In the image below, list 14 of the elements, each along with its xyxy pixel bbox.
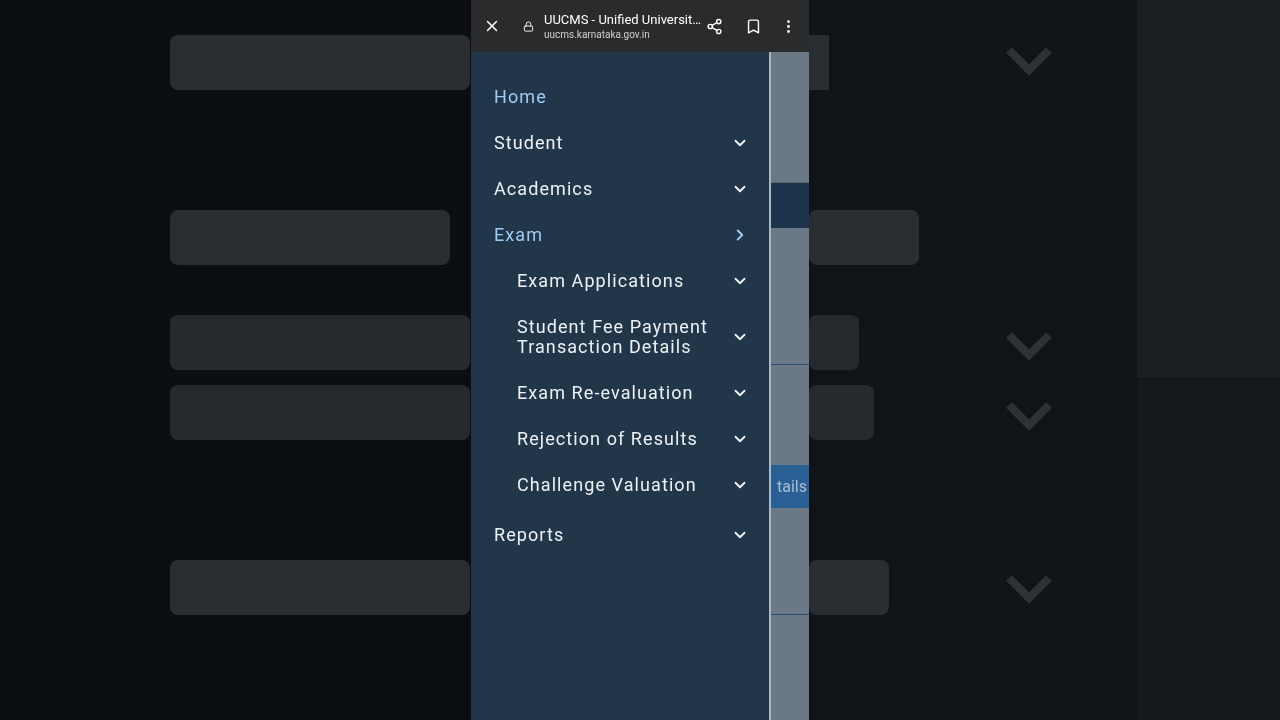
- menu-item[interactable]: Academics: [471, 166, 769, 212]
- bookmark-icon[interactable]: [745, 17, 762, 35]
- lock-icon: [523, 20, 534, 32]
- page-url: uucms.karnataka.gov.in: [544, 27, 651, 41]
- menu-item[interactable]: Challenge Valuation: [471, 462, 769, 508]
- share-icon[interactable]: [706, 17, 723, 35]
- menu-item[interactable]: Rejection of Results: [471, 416, 769, 462]
- menu-item[interactable]: Exam Applications: [471, 258, 769, 304]
- menu-item[interactable]: Reports: [471, 512, 769, 558]
- menu-item[interactable]: Exam: [471, 212, 769, 258]
- menu-item[interactable]: Exam Re-evaluation: [471, 370, 769, 416]
- menu-item[interactable]: Home: [471, 74, 769, 120]
- menu-item[interactable]: Student Fee Payment Transaction Details: [471, 304, 769, 370]
- menu-item[interactable]: Student: [471, 120, 769, 166]
